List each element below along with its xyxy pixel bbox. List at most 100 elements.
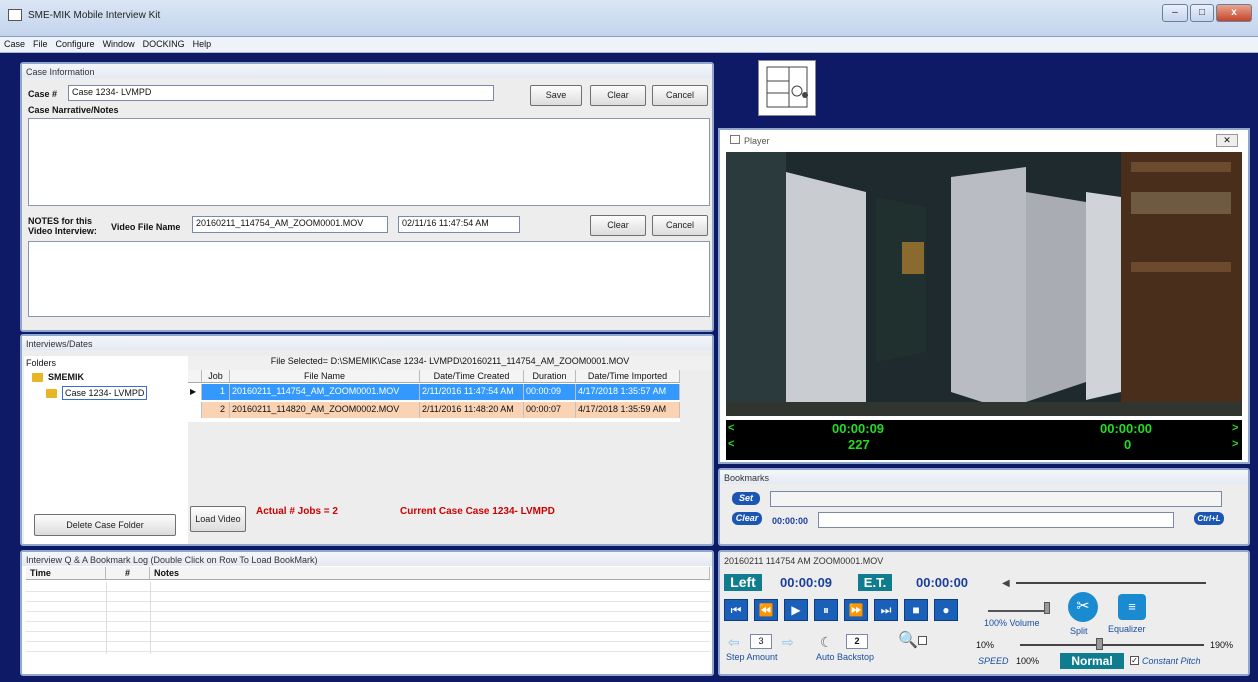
rewind-button[interactable]: ⏪ bbox=[754, 599, 778, 621]
menu-configure[interactable]: Configure bbox=[52, 37, 99, 49]
col-file-name[interactable]: File Name bbox=[230, 370, 420, 383]
menu-help[interactable]: Help bbox=[189, 37, 216, 49]
zoom-checkbox[interactable] bbox=[918, 636, 927, 645]
player-panel: Player ✕ < < 00:00:09 227 00:00:00 0 > > bbox=[718, 128, 1250, 464]
tree-node-case[interactable]: Case 1234- LVMPD bbox=[62, 386, 148, 400]
panel-header: Interviews/Dates bbox=[22, 336, 712, 350]
cancel-notes-button[interactable]: Cancel bbox=[652, 215, 708, 236]
menu-bar: Case File Configure Window DOCKING Help bbox=[0, 37, 1258, 53]
ctrl-l-button[interactable]: Ctrl+L bbox=[1194, 512, 1224, 525]
cancel-case-button[interactable]: Cancel bbox=[652, 85, 708, 106]
play-button[interactable]: ▶ bbox=[784, 599, 808, 621]
logo bbox=[758, 60, 816, 116]
close-button[interactable]: x bbox=[1216, 4, 1252, 22]
bookmarks-panel: Bookmarks Set Clear 00:00:00 Ctrl+L bbox=[718, 468, 1250, 546]
frame-right-arrow[interactable]: > bbox=[1232, 438, 1238, 450]
skip-back-button[interactable]: ⏮ bbox=[724, 599, 748, 621]
menu-case[interactable]: Case bbox=[0, 37, 29, 49]
window-title: SME-MIK Mobile Interview Kit bbox=[28, 10, 161, 21]
bookmark-log-panel: Interview Q & A Bookmark Log (Double Cli… bbox=[20, 550, 714, 676]
constant-pitch-checkbox[interactable]: ✓ bbox=[1130, 656, 1139, 665]
timecode-bar: < < 00:00:09 227 00:00:00 0 > > bbox=[726, 420, 1242, 460]
maximize-button[interactable]: □ bbox=[1190, 4, 1214, 22]
col-time[interactable]: Time bbox=[26, 567, 106, 580]
folder-icon bbox=[46, 389, 57, 398]
volume-slider[interactable] bbox=[988, 610, 1050, 612]
step-back-arrow-icon[interactable]: ⇦ bbox=[728, 634, 740, 651]
elapsed-time-badge[interactable]: E.T. bbox=[858, 574, 892, 591]
notes-label-line2: Video Interview: bbox=[28, 226, 97, 236]
col-created[interactable]: Date/Time Created bbox=[420, 370, 524, 383]
tc-left-arrow[interactable]: < bbox=[728, 422, 734, 434]
file-selected-label: File Selected= D:\SMEMIK\Case 1234- LVMP… bbox=[188, 356, 712, 370]
frame-left-arrow[interactable]: < bbox=[728, 438, 734, 450]
normal-speed-button[interactable]: Normal bbox=[1060, 653, 1124, 669]
player-controls-panel: 20160211 114754 AM ZOOM0001.MOV Left 00:… bbox=[718, 550, 1250, 676]
constant-pitch-label: Constant Pitch bbox=[1142, 656, 1201, 666]
table-row[interactable]: ▶ 1 20160211_114754_AM_ZOOM0001.MOV 2/11… bbox=[188, 384, 680, 401]
panel-header: Interview Q & A Bookmark Log (Double Cli… bbox=[22, 552, 712, 566]
load-video-button[interactable]: Load Video bbox=[190, 506, 246, 532]
col-notes[interactable]: Notes bbox=[150, 567, 710, 580]
bookmark-note-input[interactable] bbox=[818, 512, 1174, 528]
clear-case-button[interactable]: Clear bbox=[590, 85, 646, 106]
skip-forward-button[interactable]: ⏭ bbox=[874, 599, 898, 621]
save-button[interactable]: Save bbox=[530, 85, 582, 106]
notes-label-line1: NOTES for this bbox=[28, 216, 93, 226]
timecode-elapsed: 00:00:00 bbox=[1100, 421, 1153, 436]
title-bar: SME-MIK Mobile Interview Kit – □ x bbox=[0, 0, 1258, 37]
col-job[interactable]: Job bbox=[202, 370, 230, 383]
case-information-panel: Case Information Case # Case 1234- LVMPD… bbox=[20, 62, 714, 332]
equalizer-label: Equalizer bbox=[1108, 624, 1146, 634]
col-imported[interactable]: Date/Time Imported bbox=[576, 370, 680, 383]
col-duration[interactable]: Duration bbox=[524, 370, 576, 383]
stop-button[interactable]: ■ bbox=[904, 599, 928, 621]
tc-right-arrow[interactable]: > bbox=[1232, 422, 1238, 434]
tree-root-smemik[interactable]: SMEMIK bbox=[48, 372, 84, 382]
step-amount-input[interactable]: 3 bbox=[750, 634, 772, 649]
pause-button[interactable]: ⏸ bbox=[814, 599, 838, 621]
volume-slider-thumb[interactable] bbox=[1044, 602, 1050, 614]
clear-bookmark-button[interactable]: Clear bbox=[732, 512, 762, 525]
clear-notes-button[interactable]: Clear bbox=[590, 215, 646, 236]
actual-jobs-count: Actual # Jobs = 2 bbox=[256, 506, 338, 517]
zoom-icon[interactable]: 🔍 bbox=[898, 630, 918, 650]
balance-slider[interactable] bbox=[1016, 582, 1206, 584]
video-frame[interactable] bbox=[726, 152, 1242, 416]
frame-current: 227 bbox=[848, 437, 870, 452]
video-file-name-input[interactable]: 20160211_114754_AM_ZOOM0001.MOV bbox=[192, 216, 388, 233]
menu-file[interactable]: File bbox=[29, 37, 52, 49]
row-selector-icon: ▶ bbox=[188, 384, 202, 400]
bookmark-input[interactable] bbox=[770, 491, 1222, 507]
frame-elapsed: 0 bbox=[1124, 437, 1132, 452]
log-rows[interactable] bbox=[26, 582, 710, 654]
folders-label: Folders bbox=[26, 358, 57, 368]
menu-docking[interactable]: DOCKING bbox=[139, 37, 189, 49]
set-bookmark-button[interactable]: Set bbox=[732, 492, 760, 505]
record-button[interactable]: ● bbox=[934, 599, 958, 621]
equalizer-icon[interactable]: ≡ bbox=[1118, 594, 1146, 620]
left-time: 00:00:09 bbox=[780, 575, 833, 590]
minimize-button[interactable]: – bbox=[1162, 4, 1188, 22]
jobs-table: Job File Name Date/Time Created Duration… bbox=[188, 370, 680, 488]
split-icon[interactable]: ✂ bbox=[1068, 592, 1098, 622]
auto-backstop-input[interactable]: 2 bbox=[846, 634, 868, 649]
current-case-label: Current Case Case 1234- LVMPD bbox=[400, 506, 555, 517]
step-forward-arrow-icon[interactable]: ⇨ bbox=[782, 634, 794, 651]
table-row[interactable]: 2 20160211_114820_AM_ZOOM0002.MOV 2/11/2… bbox=[188, 402, 680, 419]
bookmark-time: 00:00:00 bbox=[772, 516, 809, 526]
video-date-input[interactable]: 02/11/16 11:47:54 AM bbox=[398, 216, 520, 233]
speed-label: SPEED bbox=[978, 656, 1009, 666]
delete-case-folder-button[interactable]: Delete Case Folder bbox=[34, 514, 176, 536]
left-mode-badge[interactable]: Left bbox=[724, 574, 762, 591]
video-notes-textarea[interactable] bbox=[28, 241, 710, 317]
case-narrative-textarea[interactable] bbox=[28, 118, 710, 206]
fast-forward-button[interactable]: ⏩ bbox=[844, 599, 868, 621]
col-number[interactable]: # bbox=[106, 567, 150, 580]
menu-window[interactable]: Window bbox=[99, 37, 139, 49]
speed-slider-thumb[interactable] bbox=[1096, 638, 1103, 650]
close-icon[interactable]: ✕ bbox=[1216, 134, 1238, 147]
case-number-input[interactable]: Case 1234- LVMPD bbox=[68, 85, 494, 101]
speed-slider[interactable] bbox=[1020, 644, 1204, 646]
speed-max-label: 190% bbox=[1210, 640, 1234, 650]
